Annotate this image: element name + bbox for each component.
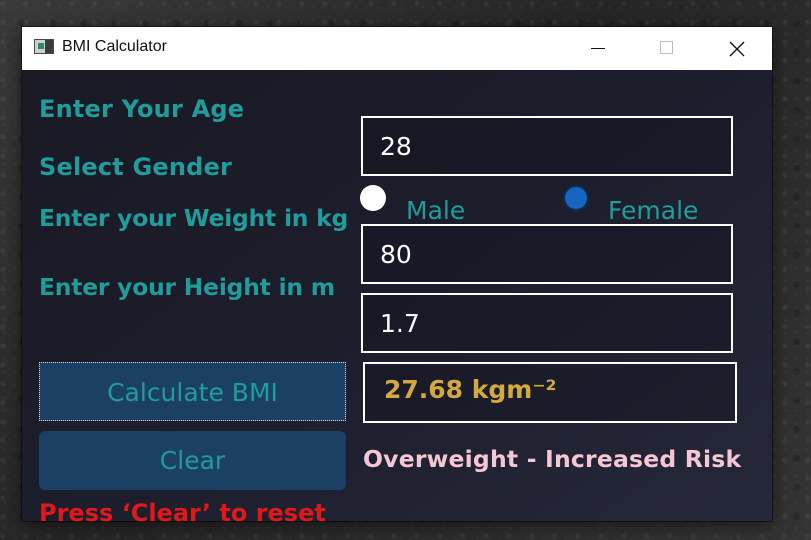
close-icon bbox=[729, 41, 745, 57]
age-label: Enter Your Age bbox=[39, 95, 245, 123]
bmi-category-text: Overweight - Increased Risk bbox=[363, 445, 742, 473]
male-radio-label[interactable]: Male bbox=[406, 196, 465, 225]
app-window-icon bbox=[34, 39, 54, 54]
reset-hint-text: Press ‘Clear’ to reset bbox=[39, 499, 326, 527]
gender-label: Select Gender bbox=[39, 153, 233, 181]
height-input[interactable] bbox=[361, 293, 733, 353]
window-title: BMI Calculator bbox=[62, 38, 167, 55]
age-input[interactable] bbox=[361, 116, 733, 176]
maximize-icon bbox=[660, 41, 673, 54]
weight-label: Enter your Weight in kg bbox=[39, 204, 349, 232]
female-radio-label[interactable]: Female bbox=[608, 196, 698, 225]
close-button[interactable] bbox=[714, 27, 760, 70]
minimize-icon bbox=[591, 48, 605, 49]
height-label: Enter your Height in m bbox=[39, 273, 335, 301]
calculator-panel: Enter Your Age Select Gender Male Female… bbox=[22, 70, 772, 527]
minimize-button[interactable] bbox=[575, 27, 621, 70]
calculate-bmi-button[interactable]: Calculate BMI bbox=[39, 362, 346, 421]
bmi-calculator-window: BMI Calculator Enter Your Age Select Gen… bbox=[22, 27, 772, 527]
bmi-result-box: 27.68 kgm⁻² bbox=[363, 362, 737, 423]
female-radio[interactable] bbox=[563, 185, 589, 211]
male-radio[interactable] bbox=[360, 185, 386, 211]
clear-button[interactable]: Clear bbox=[39, 431, 346, 490]
title-bar[interactable]: BMI Calculator bbox=[22, 27, 772, 70]
weight-input[interactable] bbox=[361, 224, 733, 284]
maximize-button[interactable] bbox=[644, 27, 690, 70]
bmi-result-value: 27.68 kgm⁻² bbox=[384, 375, 557, 404]
